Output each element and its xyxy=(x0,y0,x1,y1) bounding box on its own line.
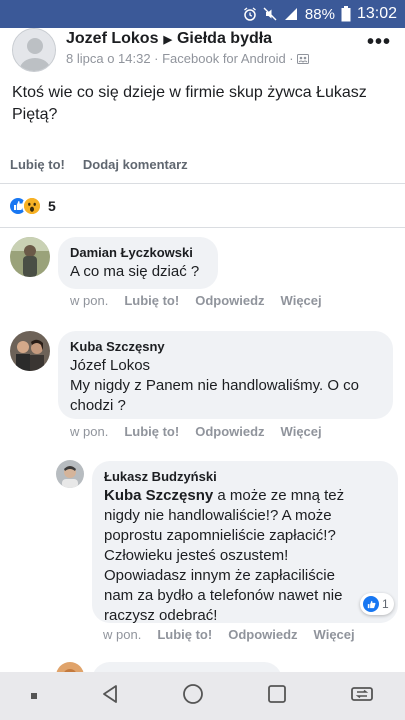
comment-more-button[interactable]: Więcej xyxy=(314,627,355,642)
post-author-line: Jozef Lokos ▶ Giełda bydła xyxy=(66,30,272,48)
post-meta: 8 lipca o 14:32 · Facebook for Android · xyxy=(66,51,309,66)
comment-more-button[interactable]: Więcej xyxy=(281,293,322,308)
commenter-avatar[interactable] xyxy=(10,237,50,277)
comment-like-badge[interactable]: 1 xyxy=(360,593,394,615)
comment-text: poprostu zapomnieliście zapłacić!? xyxy=(104,527,336,544)
comment-text-line: Kuba Szczęsny a może ze mną też xyxy=(104,486,386,506)
alarm-icon xyxy=(243,7,257,21)
comment-bubble: Damian Łyczkowski A co ma się dziać ? xyxy=(58,237,218,289)
mute-icon xyxy=(263,7,277,21)
public-group-icon xyxy=(296,53,309,64)
author-avatar[interactable] xyxy=(12,28,56,72)
comment-actions: w pon. Lubię to! Odpowiedz Więcej xyxy=(103,627,371,642)
comment-text: A co ma się dziać ? xyxy=(70,263,200,280)
signal-icon xyxy=(283,7,299,21)
comment-like-count: 1 xyxy=(382,597,389,611)
add-comment-button[interactable]: Dodaj komentarz xyxy=(83,157,188,172)
comment-text: nam za bydło a telefonów nawet nie xyxy=(104,587,343,604)
home-icon[interactable] xyxy=(181,682,205,711)
clock: 13:02 xyxy=(356,5,397,22)
comment-actions: w pon. Lubię to! Odpowiedz Więcej xyxy=(70,424,338,439)
comment-text: nigdy nie handlowaliście!? A może xyxy=(104,507,332,524)
comment-more-button[interactable]: Więcej xyxy=(281,424,322,439)
comment-text: Opowiadasz innym że zapłaciliście xyxy=(104,567,335,584)
comment-like-button[interactable]: Lubię to! xyxy=(157,627,212,642)
post-actions: Lubię to! Dodaj komentarz xyxy=(0,146,405,184)
switch-icon[interactable] xyxy=(349,683,375,710)
group-name[interactable]: Giełda bydła xyxy=(177,30,272,48)
commenter-avatar[interactable] xyxy=(10,331,50,371)
reactions-summary[interactable]: 5 xyxy=(0,184,405,228)
comment-reply-button[interactable]: Odpowiedz xyxy=(228,627,297,642)
comment-reply-button[interactable]: Odpowiedz xyxy=(195,293,264,308)
comment-like-button[interactable]: Lubię to! xyxy=(124,293,179,308)
comment-text: Człowieku jesteś oszustem! xyxy=(104,547,289,564)
comment-mention[interactable]: Józef Lokos xyxy=(70,356,381,376)
wow-reaction-icon xyxy=(22,195,42,216)
comment-author[interactable]: Kuba Szczęsny xyxy=(70,338,381,356)
recents-icon[interactable] xyxy=(266,683,288,710)
like-reaction-icon xyxy=(363,596,379,612)
comment-mention[interactable]: Kuba Szczęsny xyxy=(104,487,213,504)
like-button[interactable]: Lubię to! xyxy=(10,157,65,172)
comment-reply-button[interactable]: Odpowiedz xyxy=(195,424,264,439)
comment-text: My nigdy z Panem nie handlowaliśmy. O co xyxy=(70,377,360,394)
post-text: Ktoś wie co się dzieje w firmie skup żyw… xyxy=(12,84,367,123)
comment-author[interactable]: Damian Łyczkowski xyxy=(70,244,206,262)
reaction-count: 5 xyxy=(48,197,56,214)
dot-icon xyxy=(30,687,38,705)
back-icon[interactable] xyxy=(99,683,121,710)
reply-bubble: Łukasz Budzyński Kuba Szczęsny a może ze… xyxy=(92,461,398,624)
status-bar: 88% 13:02 xyxy=(0,0,405,28)
comment-text: chodzi ? xyxy=(70,397,126,414)
post-meta-text: 8 lipca o 14:32 · Facebook for Android · xyxy=(66,51,294,66)
more-icon[interactable]: ••• xyxy=(367,31,391,54)
comment-like-button[interactable]: Lubię to! xyxy=(124,424,179,439)
comment-bubble: Kuba Szczęsny Józef Lokos My nigdy z Pan… xyxy=(58,331,393,419)
battery-level: 88% xyxy=(304,5,335,23)
arrow-right-icon: ▶ xyxy=(163,33,172,46)
comment-actions: w pon. Lubię to! Odpowiedz Więcej xyxy=(70,293,338,308)
comment-time: w pon. xyxy=(70,293,109,308)
comment-author[interactable]: Łukasz Budzyński xyxy=(104,468,386,486)
comment-text: raczysz odebrać! xyxy=(104,607,218,624)
comment-time: w pon. xyxy=(103,627,142,642)
post-author-name[interactable]: Jozef Lokos xyxy=(66,30,158,48)
comment-text: a może ze mną też xyxy=(213,487,345,504)
android-nav-bar xyxy=(0,672,405,720)
battery-icon xyxy=(341,6,351,22)
comment-time: w pon. xyxy=(70,424,109,439)
commenter-avatar[interactable] xyxy=(56,460,84,488)
